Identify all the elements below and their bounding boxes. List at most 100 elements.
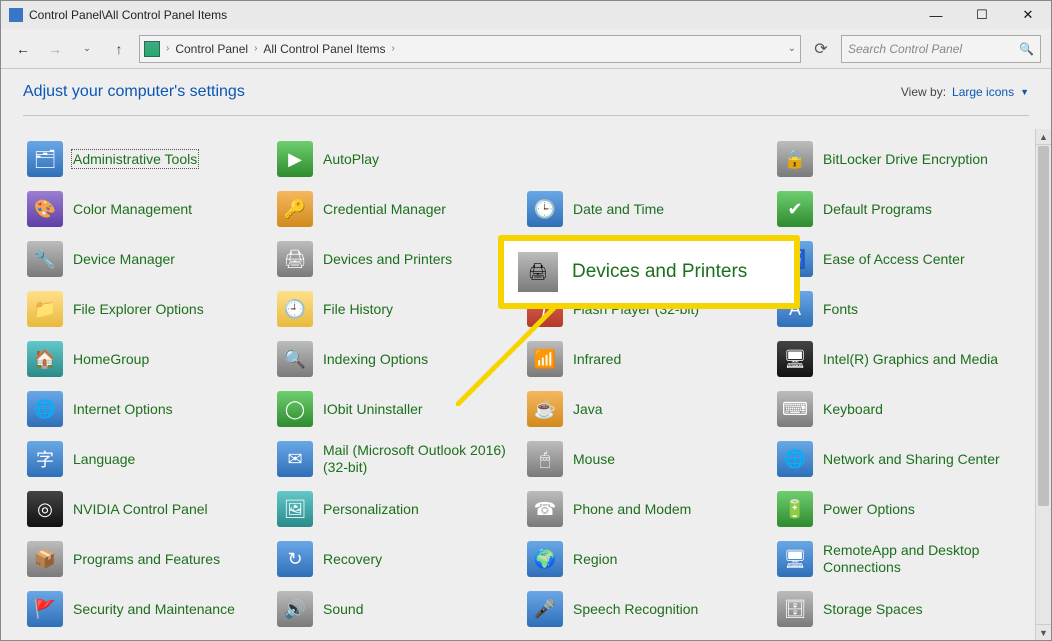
- control-panel-item[interactable]: ✉Mail (Microsoft Outlook 2016) (32-bit): [273, 434, 519, 484]
- control-panel-item[interactable]: 🖥Intel(R) Graphics and Media: [773, 334, 1019, 384]
- item-label: Language: [73, 451, 135, 468]
- item-icon: 📶: [527, 341, 563, 377]
- item-icon: ↻: [277, 541, 313, 577]
- item-label: Devices and Printers: [323, 251, 452, 268]
- page-title: Adjust your computer's settings: [23, 83, 245, 101]
- control-panel-item[interactable]: 📶 Infrared: [523, 334, 769, 384]
- breadcrumb-current[interactable]: All Control Panel Items: [263, 42, 385, 56]
- control-panel-item[interactable]: 🌐Internet Options: [23, 384, 269, 434]
- control-panel-item[interactable]: 🔋Power Options: [773, 484, 1019, 534]
- item-icon: 📦: [27, 541, 63, 577]
- printer-icon: 🖨: [518, 252, 558, 292]
- control-panel-item[interactable]: 📦Programs and Features: [23, 534, 269, 584]
- control-panel-item[interactable]: 🎤Speech Recognition: [523, 584, 769, 634]
- chevron-down-icon: ▼: [1020, 87, 1029, 97]
- control-panel-item[interactable]: 🔍Indexing Options: [273, 334, 519, 384]
- address-dropdown-icon[interactable]: ⌄: [788, 43, 796, 54]
- search-input[interactable]: Search Control Panel 🔍: [841, 35, 1041, 63]
- control-panel-item[interactable]: ◯ IObit Uninstaller: [273, 384, 519, 434]
- control-panel-item[interactable]: 🔊 Sound: [273, 584, 519, 634]
- control-panel-item[interactable]: 🖨 Devices and Printers: [273, 234, 519, 284]
- control-panel-item[interactable]: ⌨Keyboard: [773, 384, 1019, 434]
- forward-button[interactable]: →: [43, 37, 67, 61]
- vertical-scrollbar[interactable]: ▲ ▼: [1035, 129, 1051, 640]
- history-dropdown[interactable]: ⌄: [75, 37, 99, 61]
- control-panel-item[interactable]: ☕Java: [523, 384, 769, 434]
- item-icon: 🔧: [27, 241, 63, 277]
- item-label: Default Programs: [823, 201, 932, 218]
- search-placeholder: Search Control Panel: [848, 42, 962, 56]
- item-icon: 🖥: [777, 341, 813, 377]
- item-label: IObit Uninstaller: [323, 401, 423, 418]
- item-icon: 🗄: [777, 591, 813, 627]
- control-panel-item[interactable]: ✔Default Programs: [773, 184, 1019, 234]
- item-label: Mail (Microsoft Outlook 2016) (32-bit): [323, 442, 515, 476]
- items-area: 🗂 Administrative Tools ▶AutoPlay 🔒BitLocker…: [1, 116, 1051, 636]
- address-bar[interactable]: › Control Panel › All Control Panel Item…: [139, 35, 801, 63]
- control-panel-item[interactable]: 字Language: [23, 434, 269, 484]
- control-panel-item[interactable]: ☎Phone and Modem: [523, 484, 769, 534]
- view-by-value: Large icons: [952, 85, 1014, 99]
- scroll-up-button[interactable]: ▲: [1036, 129, 1051, 145]
- item-icon: 🎨: [27, 191, 63, 227]
- item-label: Infrared: [573, 351, 621, 368]
- item-icon: 🌐: [27, 391, 63, 427]
- control-panel-icon: [9, 8, 23, 22]
- titlebar: Control Panel\All Control Panel Items — …: [1, 1, 1051, 29]
- view-by-control[interactable]: View by: Large icons ▼: [901, 85, 1029, 99]
- breadcrumb-root[interactable]: Control Panel: [175, 42, 248, 56]
- item-icon: ▶: [277, 141, 313, 177]
- item-label: Color Management: [73, 201, 192, 218]
- control-panel-item[interactable]: 🌐Network and Sharing Center: [773, 434, 1019, 484]
- item-icon: 🌐: [777, 441, 813, 477]
- item-label: Administrative Tools: [73, 151, 197, 168]
- item-label: BitLocker Drive Encryption: [823, 151, 988, 168]
- item-label: Date and Time: [573, 201, 664, 218]
- control-panel-item[interactable]: 🖥RemoteApp and Desktop Connections: [773, 534, 1019, 584]
- control-panel-item[interactable]: 🏠 HomeGroup: [23, 334, 269, 384]
- control-panel-item[interactable]: ♿Ease of Access Center: [773, 234, 1019, 284]
- item-icon: 🔊: [277, 591, 313, 627]
- item-label: Speech Recognition: [573, 601, 698, 618]
- minimize-button[interactable]: —: [913, 1, 959, 29]
- item-label: Security and Maintenance: [73, 601, 235, 618]
- item-icon: 🖼: [277, 491, 313, 527]
- item-label: Fonts: [823, 301, 858, 318]
- item-icon: 🗂: [27, 141, 63, 177]
- control-panel-item[interactable]: 🕒Date and Time: [523, 184, 769, 234]
- item-icon: ◯: [277, 391, 313, 427]
- control-panel-item[interactable]: 🔒BitLocker Drive Encryption: [773, 134, 1019, 184]
- close-button[interactable]: ✕: [1005, 1, 1051, 29]
- scroll-down-button[interactable]: ▼: [1036, 624, 1051, 640]
- control-panel-item[interactable]: 🔧Device Manager: [23, 234, 269, 284]
- control-panel-item[interactable]: AFonts: [773, 284, 1019, 334]
- control-panel-item[interactable]: 🖱Mouse: [523, 434, 769, 484]
- window-title: Control Panel\All Control Panel Items: [29, 8, 227, 22]
- control-panel-item[interactable]: 🗂 Administrative Tools: [23, 134, 269, 184]
- control-panel-item[interactable]: 🗄Storage Spaces: [773, 584, 1019, 634]
- maximize-button[interactable]: ☐: [959, 1, 1005, 29]
- control-panel-item[interactable]: 🕘File History: [273, 284, 519, 334]
- control-panel-item[interactable]: 🖼Personalization: [273, 484, 519, 534]
- control-panel-item[interactable]: 📁File Explorer Options: [23, 284, 269, 334]
- back-button[interactable]: ←: [11, 37, 35, 61]
- control-panel-item[interactable]: 🔑Credential Manager: [273, 184, 519, 234]
- callout-devices-printers: 🖨 Devices and Printers: [499, 236, 799, 308]
- item-icon: 🏠: [27, 341, 63, 377]
- item-label: Indexing Options: [323, 351, 428, 368]
- item-icon: ☎: [527, 491, 563, 527]
- control-panel-item[interactable]: ◎NVIDIA Control Panel: [23, 484, 269, 534]
- item-label: HomeGroup: [73, 351, 149, 368]
- item-label: File History: [323, 301, 393, 318]
- control-panel-item[interactable]: 🚩Security and Maintenance: [23, 584, 269, 634]
- item-label: Sound: [323, 601, 363, 618]
- up-button[interactable]: ↑: [107, 37, 131, 61]
- control-panel-item[interactable]: ▶AutoPlay: [273, 134, 519, 184]
- control-panel-item[interactable]: ↻Recovery: [273, 534, 519, 584]
- item-icon: 🖨: [277, 241, 313, 277]
- scroll-thumb[interactable]: [1038, 146, 1049, 506]
- control-panel-item[interactable]: 🌍Region: [523, 534, 769, 584]
- chevron-right-icon: ›: [252, 43, 259, 54]
- refresh-button[interactable]: ⟳: [809, 37, 833, 61]
- control-panel-item[interactable]: 🎨 Color Management: [23, 184, 269, 234]
